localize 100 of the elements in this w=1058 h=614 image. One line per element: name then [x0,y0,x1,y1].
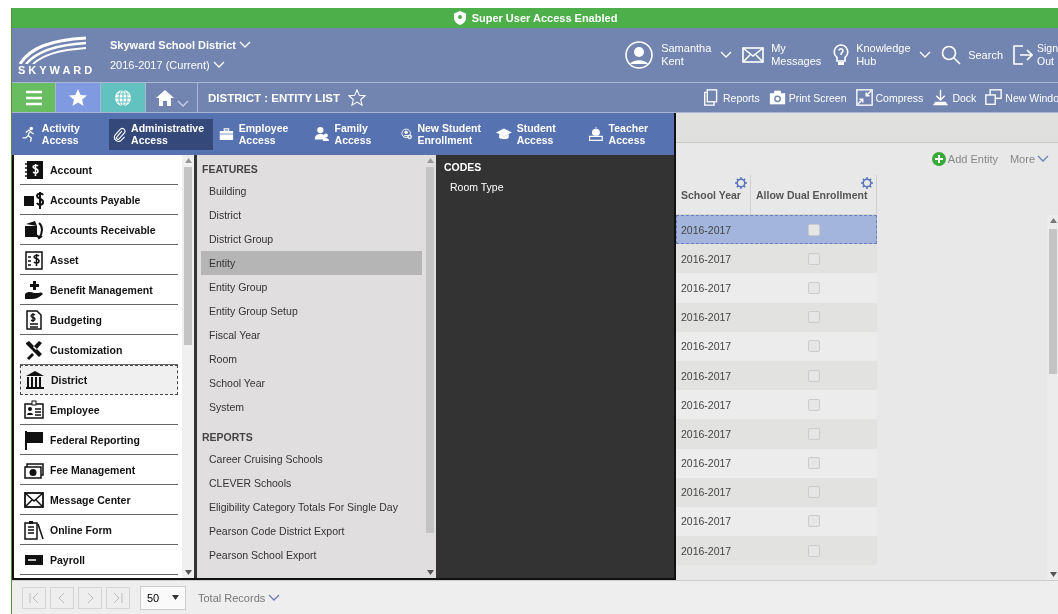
page-size-select[interactable]: 50 [140,585,186,610]
globe-icon [113,87,133,108]
plus-circle-icon [931,152,946,166]
total-records-button[interactable]: Total Records [198,591,281,604]
table-row[interactable]: 2016-2017 [676,506,877,537]
feature-list-item[interactable]: System [201,395,422,419]
feature-list-item[interactable]: Room [201,347,422,371]
table-row[interactable]: 2016-2017 [676,302,877,332]
checkbox[interactable] [808,340,820,353]
feature-list-item[interactable]: Building [201,179,422,203]
area-list-item[interactable]: Payroll [20,545,178,575]
feature-list-item[interactable]: Entity Group [201,275,422,299]
table-row[interactable]: 2016-2017 [676,331,877,361]
column-header[interactable]: School Year [676,175,751,214]
area-list-item[interactable]: Federal Reporting [20,425,178,455]
scrollbar[interactable] [1047,215,1058,580]
module-tab[interactable]: Employee Access [215,118,308,150]
compress-button[interactable]: Compress [855,89,924,106]
area-list-item[interactable]: Accounts Payable [20,185,178,215]
feature-list-item[interactable]: School Year [201,371,422,395]
checkbox[interactable] [808,427,820,440]
messages-button[interactable]: My Messages [742,42,824,68]
globe-button[interactable] [101,83,146,112]
table-row[interactable]: 2016-2017 [676,215,877,245]
feature-list-item[interactable]: Career Cruising Schools [201,447,422,471]
feature-list-item[interactable]: Fiscal Year [201,323,422,347]
previous-page-button[interactable] [50,586,74,609]
table-cell-text: 2016-2017 [680,310,733,326]
scrollbar[interactable] [424,155,436,578]
feature-list-item[interactable]: Pearson School Export [201,543,422,567]
table-cell-text: 2016-2017 [680,543,733,559]
settings-icon[interactable] [861,177,873,189]
first-page-button[interactable] [22,586,46,609]
table-row[interactable]: 2016-2017 [676,477,877,507]
search-button[interactable]: Search [941,45,1003,65]
area-list-item[interactable]: Budgeting [20,305,178,335]
table-row[interactable]: 2016-2017 [676,448,877,478]
user-menu[interactable]: Samantha Kent [624,40,733,70]
area-list-item[interactable]: Employee [20,395,178,425]
table-row[interactable]: 2016-2017 [676,419,877,449]
column-header[interactable]: Allow Dual Enrollment [751,175,877,214]
area-list-item[interactable]: Accounts Receivable [20,215,178,245]
table-row[interactable]: 2016-2017 [676,273,877,303]
area-list-item[interactable]: Benefit Management [20,275,178,305]
feature-list-item[interactable]: District Group [201,227,422,251]
window-button[interactable]: New Windo [985,89,1058,106]
checkbox[interactable] [808,252,820,265]
area-list-item[interactable]: District [20,365,178,395]
area-list-item[interactable]: Fee Management [20,455,178,485]
district-dropdown[interactable]: Skyward School District [110,39,251,51]
checkbox[interactable] [808,457,820,470]
feature-list-item[interactable]: CLEVER Schools [201,471,422,495]
signout-button[interactable]: Sign Out [1013,42,1057,68]
print-button[interactable]: Print Screen [768,89,847,106]
next-page-button[interactable] [78,586,102,609]
table-row[interactable]: 2016-2017 [676,390,877,420]
help-button[interactable]: Knowledge Hub [833,42,932,68]
menu-button[interactable] [12,83,56,112]
checkbox[interactable] [808,398,820,411]
feature-list-item[interactable]: Pearson Code District Export [201,519,422,543]
checkbox[interactable] [808,369,820,382]
table-row[interactable]: 2016-2017 [676,244,877,274]
table-cell-text: 2016-2017 [680,397,733,413]
area-list-item[interactable]: Asset [20,245,178,275]
module-tab[interactable]: Family Access [310,118,395,150]
module-tab[interactable]: Student Access [492,118,582,150]
chevron-down-icon [1037,155,1049,163]
reports-button[interactable]: Reports [702,89,760,106]
checkbox[interactable] [808,486,820,499]
table-row[interactable]: 2016-2017 [676,360,877,391]
columned-building-icon [25,370,45,390]
favorite-star-icon[interactable] [348,88,367,107]
area-list-item[interactable]: Message Center [20,485,178,515]
module-tab[interactable]: New Student Enrollment [398,118,490,150]
table-row[interactable]: 2016-2017 [676,536,877,566]
chevron-down-icon [212,61,225,69]
checkbox[interactable] [808,515,820,528]
feature-list-item[interactable]: Eligibility Category Totals For Single Day [201,495,422,519]
module-tab[interactable]: Administrative Access [109,118,213,150]
feature-list-item[interactable]: Entity Group Setup [201,299,422,323]
area-list-item[interactable]: Account [20,155,178,185]
feature-list-item[interactable]: District [201,203,422,227]
feature-list-item[interactable]: Entity [201,251,422,275]
code-list-item[interactable]: Room Type [444,177,510,197]
apple-on-books-icon [587,124,604,144]
school-year-dropdown[interactable]: 2016-2017 (Current) [110,59,251,71]
module-tab[interactable]: Teacher Access [584,118,674,150]
user-avatar-icon [624,40,655,70]
checkbox[interactable] [808,311,820,324]
dock-button[interactable]: Dock [932,89,977,106]
checkbox[interactable] [808,223,820,236]
first-page-icon [28,591,40,604]
settings-icon[interactable] [735,177,747,189]
module-tab[interactable]: Activity Access [18,118,106,150]
checkbox[interactable] [808,544,820,557]
area-list-item[interactable]: Online Form [20,515,178,545]
scrollbar[interactable] [182,155,194,578]
checkbox[interactable] [808,281,820,294]
last-page-button[interactable] [106,586,130,609]
favorites-button[interactable] [56,83,101,112]
